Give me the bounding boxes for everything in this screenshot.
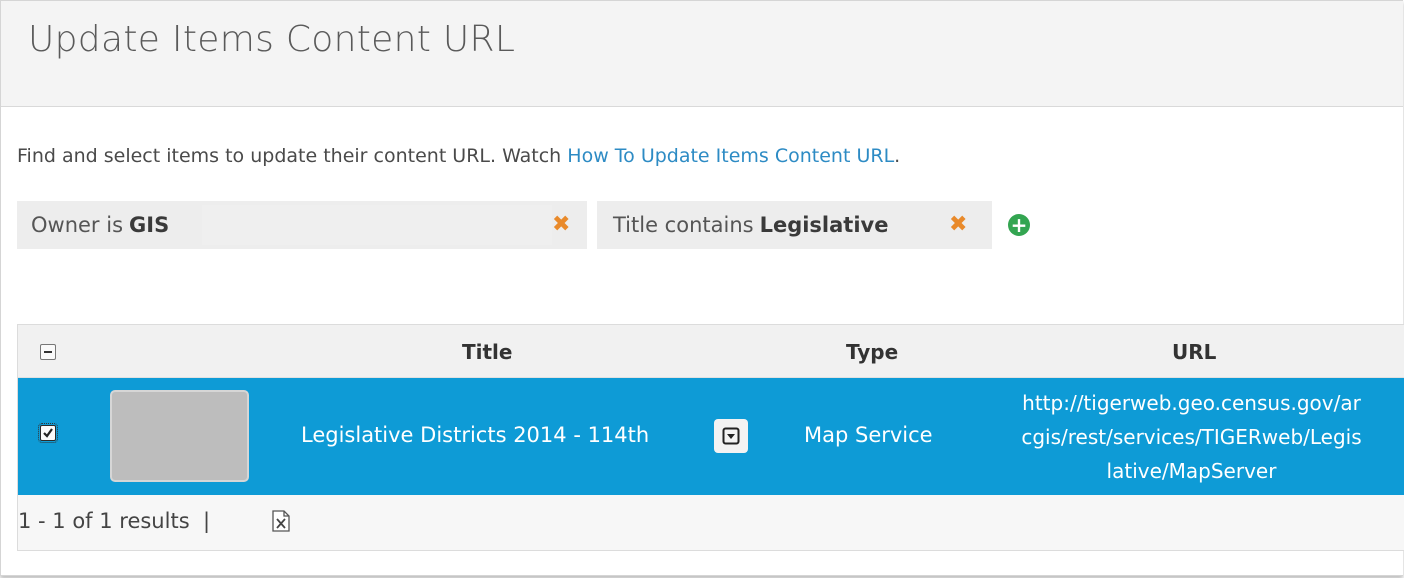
row-url-line: lative/MapServer xyxy=(1106,459,1277,483)
row-title[interactable]: Legislative Districts 2014 - 114th xyxy=(301,423,649,447)
close-icon[interactable]: ✖ xyxy=(949,212,967,237)
checkmark-icon xyxy=(43,428,53,438)
row-url[interactable]: http://tigerweb.geo.census.gov/ar cgis/r… xyxy=(978,386,1404,488)
page-title: Update Items Content URL xyxy=(28,19,516,60)
select-all-checkbox[interactable] xyxy=(40,344,56,360)
filter-owner-input-area[interactable] xyxy=(202,205,552,245)
results-table: Title Type URL Legislative Districts 201… xyxy=(17,324,1404,551)
plus-circle-icon[interactable]: + xyxy=(1008,214,1030,236)
column-header-url[interactable]: URL xyxy=(1172,340,1216,364)
header-bar: Update Items Content URL xyxy=(1,1,1403,107)
results-count-text: 1 - 1 of 1 results xyxy=(18,509,190,533)
results-count: 1 - 1 of 1 results | xyxy=(18,509,210,533)
intro-suffix: . xyxy=(894,145,901,167)
minus-icon xyxy=(44,351,52,353)
column-header-type[interactable]: Type xyxy=(846,340,898,364)
results-separator: | xyxy=(203,509,211,533)
column-header-title[interactable]: Title xyxy=(462,340,512,364)
table-footer: 1 - 1 of 1 results | xyxy=(18,496,1404,550)
row-type: Map Service xyxy=(804,423,933,447)
item-actions-button[interactable] xyxy=(714,419,748,453)
excel-export-icon[interactable] xyxy=(272,510,290,537)
intro-description: Find and select items to update their co… xyxy=(17,145,568,167)
filter-title-label: Title contains xyxy=(613,213,754,237)
filter-owner-chip[interactable]: Owner is GIS ✖ xyxy=(17,201,587,249)
row-url-line: http://tigerweb.geo.census.gov/ar xyxy=(1022,391,1361,415)
dialog: Update Items Content URL Find and select… xyxy=(0,0,1404,576)
filter-owner-label: Owner is xyxy=(31,213,124,237)
row-url-line: cgis/rest/services/TIGERweb/Legis xyxy=(1021,425,1362,449)
close-icon[interactable]: ✖ xyxy=(552,212,570,237)
row-checkbox[interactable] xyxy=(38,423,58,443)
item-thumbnail[interactable] xyxy=(110,390,249,482)
intro-text: Find and select items to update their co… xyxy=(17,145,900,167)
filter-title-value: Legislative xyxy=(759,213,889,237)
help-video-link[interactable]: How To Update Items Content URL xyxy=(567,145,894,167)
filter-owner-value: GIS xyxy=(129,213,170,237)
table-header: Title Type URL xyxy=(18,325,1404,378)
table-row[interactable]: Legislative Districts 2014 - 114th Map S… xyxy=(18,378,1404,495)
filter-title-chip[interactable]: Title contains Legislative ✖ xyxy=(597,201,992,249)
chevron-down-icon xyxy=(722,427,740,445)
